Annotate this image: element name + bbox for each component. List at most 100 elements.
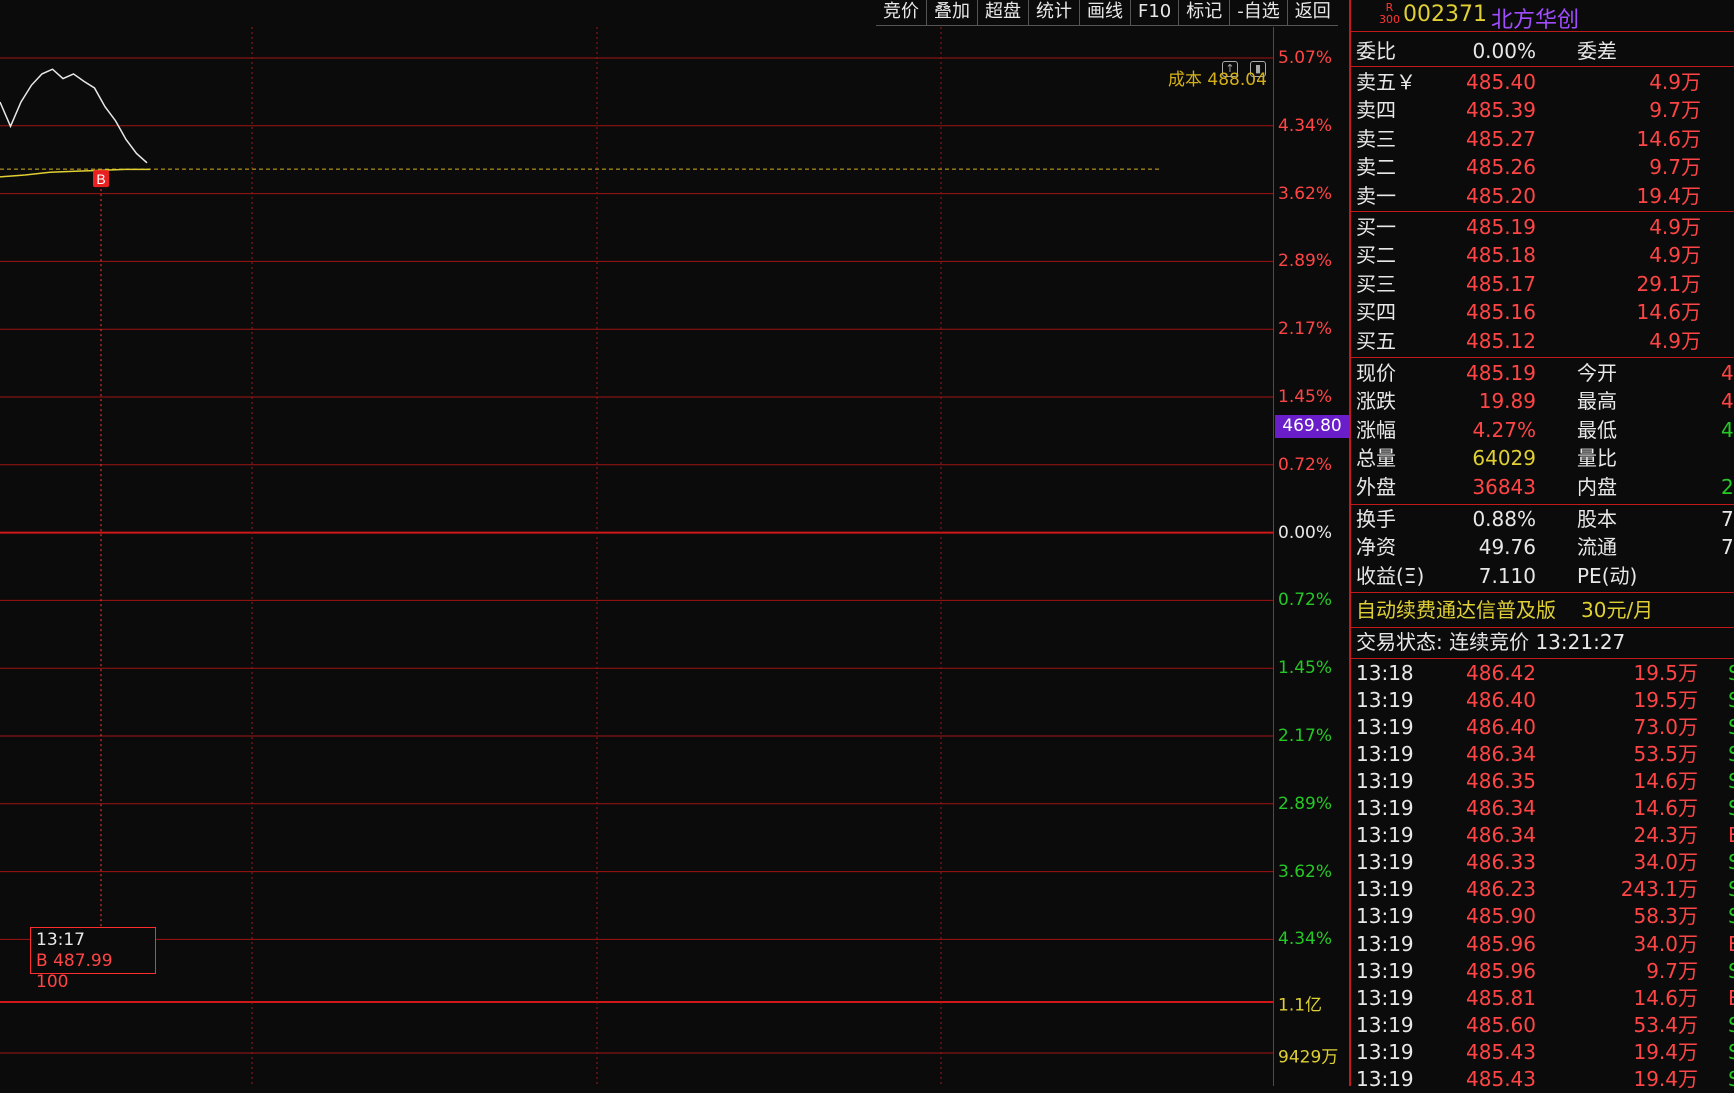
sell-row: 卖一 485.20 19.4万 [1351, 182, 1734, 210]
buy-label: 买一 [1356, 215, 1396, 239]
stats-label-2: PE(动) [1577, 563, 1638, 588]
y-label: 2.89% [1278, 251, 1333, 272]
tick-price: 486.34 [1466, 796, 1536, 821]
tick-flag: B [1728, 821, 1734, 849]
stats-label: 收益(Ξ) [1356, 563, 1425, 588]
ad-price[interactable]: 30元/月 [1581, 596, 1653, 624]
tick-time: 13:19 [1356, 1039, 1414, 1064]
stats-value: 7.110 [1478, 563, 1536, 588]
tick-price: 486.34 [1466, 742, 1536, 767]
tick-time: 13:19 [1356, 742, 1414, 767]
tick-price: 485.90 [1466, 904, 1536, 929]
quote-label: 现价 [1356, 361, 1396, 385]
badge-bottom: 300 [1379, 13, 1400, 26]
buy-label: 买五 [1356, 328, 1396, 353]
stats-label: 净资 [1356, 535, 1396, 560]
quote-label: 涨跌 [1356, 389, 1396, 414]
tick-volume: 73.0万 [1633, 715, 1698, 740]
quote-label-2: 最高 [1577, 389, 1617, 414]
tooltip-trade: B 487.99 100 [36, 951, 113, 992]
tick-time: 13:18 [1356, 661, 1414, 685]
toolbar-item-5[interactable]: F10 [1130, 0, 1179, 26]
sell-price: 485.26 [1466, 155, 1536, 180]
tick-row: 13:19 486.40 73.0万 S [1351, 713, 1734, 741]
tick-time: 13:19 [1356, 904, 1414, 929]
toolbar-item-2[interactable]: 超盘 [977, 0, 1028, 26]
sell-label: 卖二 [1356, 155, 1396, 180]
ad-row: 自动续费通达信普及版 30元/月 [1351, 596, 1734, 624]
sell-volume: 9.7万 [1649, 155, 1701, 180]
tick-volume: 14.6万 [1633, 769, 1698, 794]
tick-time: 13:19 [1356, 796, 1414, 821]
toolbar-item-8[interactable]: 返回 [1286, 0, 1338, 26]
tick-price: 486.23 [1466, 877, 1536, 902]
intraday-chart[interactable]: B ↑ ▮ [0, 27, 1274, 1086]
tick-volume: 19.5万 [1633, 661, 1698, 685]
tick-row: 13:19 485.96 9.7万 S [1351, 957, 1734, 985]
tick-row: 13:19 486.33 34.0万 S [1351, 848, 1734, 876]
tick-flag: B [1728, 984, 1734, 1012]
stats-label: 换手 [1356, 507, 1396, 531]
tick-price: 486.33 [1466, 850, 1536, 875]
ad-text[interactable]: 自动续费通达信普及版 [1356, 596, 1556, 624]
tick-flag: S [1728, 767, 1734, 795]
y-label: 2.17% [1278, 726, 1333, 746]
toolbar-item-6[interactable]: 标记 [1178, 0, 1230, 26]
tick-volume: 19.4万 [1633, 1039, 1698, 1064]
y-label: 1.45% [1278, 658, 1333, 679]
volume-label: 1.1亿 [1278, 995, 1323, 1016]
quote-label: 外盘 [1356, 474, 1396, 499]
tick-price: 485.43 [1466, 1039, 1536, 1064]
y-label: 0.00% [1278, 522, 1333, 543]
sell-volume: 19.4万 [1636, 183, 1701, 208]
quote-label-2: 内盘 [1577, 474, 1617, 499]
sell-label: 卖四 [1356, 98, 1396, 123]
tick-price: 486.42 [1466, 661, 1536, 685]
quote-value: 64029 [1472, 446, 1536, 471]
divider [1351, 66, 1734, 67]
tooltip-time: 13:17 [36, 930, 85, 950]
tick-flag: S [1728, 794, 1734, 822]
stats-value-2: 7 [1721, 507, 1734, 531]
tick-time: 13:19 [1356, 1066, 1414, 1091]
toolbar-item-0[interactable]: 竞价 [876, 0, 926, 26]
y-label: 2.89% [1278, 793, 1333, 814]
tick-time: 13:19 [1356, 1012, 1414, 1037]
tick-flag: S [1728, 1011, 1734, 1039]
buy-volume: 14.6万 [1636, 300, 1701, 325]
tick-flag: S [1728, 1038, 1734, 1066]
buy-price: 485.19 [1466, 215, 1536, 239]
tick-row: 13:19 485.96 34.0万 B [1351, 930, 1734, 958]
quote-label-2: 今开 [1577, 361, 1617, 385]
tick-flag: S [1728, 713, 1734, 741]
tick-time: 13:19 [1356, 985, 1414, 1010]
quote-row: 涨跌 19.89 最高 4 [1351, 387, 1734, 415]
tick-row: 13:18 486.42 19.5万 S [1351, 659, 1734, 687]
y-label: 3.62% [1278, 183, 1333, 204]
tick-volume: 19.5万 [1633, 688, 1698, 713]
tick-row: 13:19 485.90 58.3万 S [1351, 902, 1734, 930]
stats-value: 49.76 [1478, 535, 1536, 560]
stock-name[interactable]: 北方华创 [1491, 2, 1579, 34]
tick-volume: 19.4万 [1633, 1066, 1698, 1091]
toolbar-item-3[interactable]: 统计 [1028, 0, 1079, 26]
toolbar-item-4[interactable]: 画线 [1079, 0, 1130, 26]
tick-volume: 58.3万 [1633, 904, 1698, 929]
tick-flag: S [1728, 848, 1734, 876]
quote-value: 36843 [1472, 474, 1536, 499]
toolbar-item-1[interactable]: 叠加 [926, 0, 977, 26]
sell-row: 卖五￥ 485.40 4.9万 [1351, 68, 1734, 96]
buy-row: 买二 485.18 4.9万 [1351, 241, 1734, 269]
buy-row: 买五 485.12 4.9万 [1351, 327, 1734, 355]
toolbar-item-7[interactable]: -自选 [1229, 0, 1287, 26]
quote-value: 19.89 [1478, 389, 1536, 414]
sell-price: 485.40 [1466, 70, 1536, 94]
trade-status: 交易状态: 连续竞价 13:21:27 [1356, 630, 1626, 654]
trade-tooltip: 13:17 B 487.99 100 [30, 927, 156, 992]
tick-price: 486.40 [1466, 715, 1536, 740]
tick-volume: 9.7万 [1646, 958, 1698, 983]
stats-label-2: 流通 [1577, 535, 1617, 560]
sell-row: 卖四 485.39 9.7万 [1351, 96, 1734, 124]
y-label: 2.17% [1278, 319, 1333, 340]
stock-code[interactable]: 002371 [1403, 2, 1487, 27]
